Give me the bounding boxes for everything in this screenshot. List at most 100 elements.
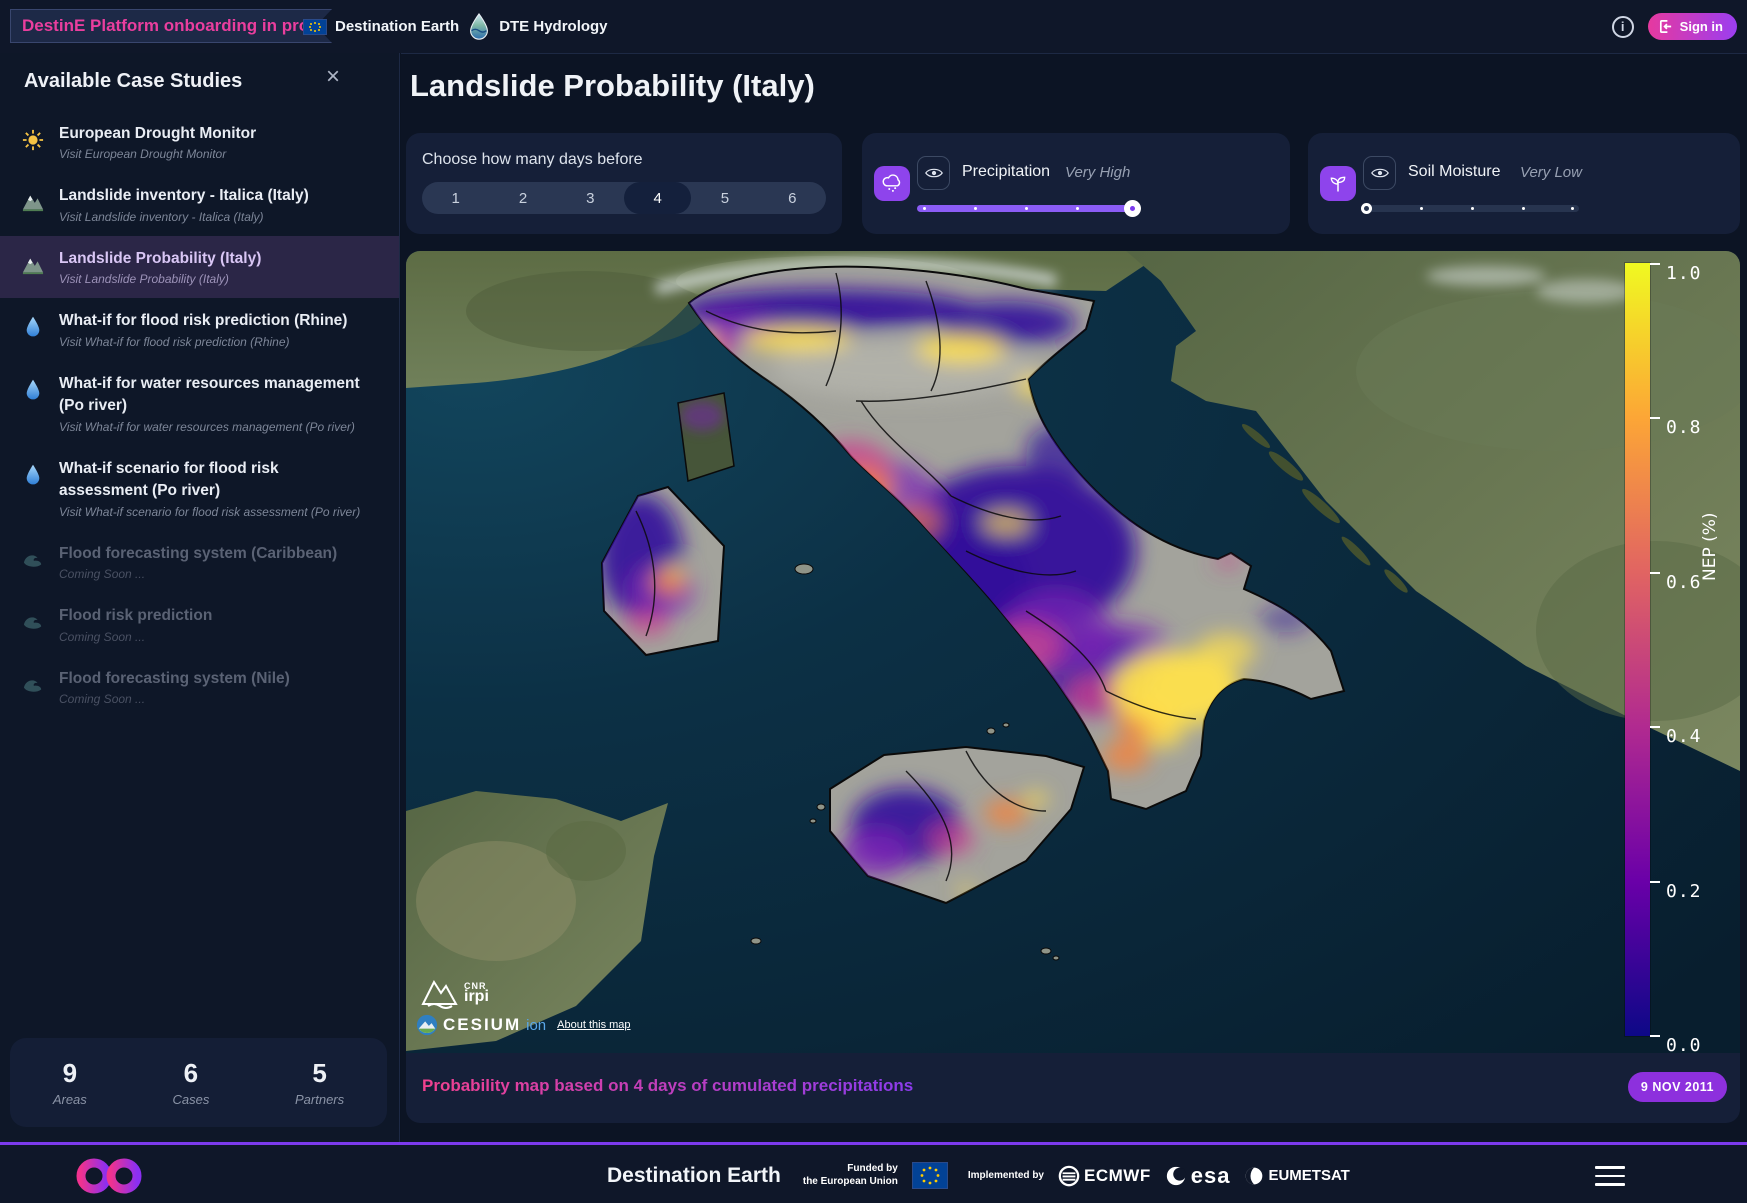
colorbar-label-0.0: 0.0 xyxy=(1666,1035,1702,1053)
case-study-list: European Drought Monitor Visit European … xyxy=(0,111,399,718)
day-option-1[interactable]: 1 xyxy=(422,182,489,214)
sidebar-item-landslide-probability[interactable]: Landslide Probability (Italy) Visit Land… xyxy=(0,236,399,298)
droplet-icon xyxy=(22,316,44,338)
ecmwf-logo: ECMWF xyxy=(1058,1165,1151,1187)
item-subtitle: Coming Soon ... xyxy=(59,692,290,706)
cesium-wordmark: CESIUM xyxy=(443,1015,521,1035)
close-icon[interactable]: × xyxy=(326,65,340,89)
implemented-by-text: Implemented by xyxy=(968,1170,1044,1181)
destine-infinity-logo xyxy=(72,1157,148,1195)
ecmwf-icon xyxy=(1058,1165,1080,1187)
brand-row: Destination Earth DTE Hydrology xyxy=(303,0,608,53)
soil-moisture-slider-thumb[interactable] xyxy=(1361,203,1372,214)
cesium-ion-text: ion xyxy=(526,1017,546,1034)
footer-brand: Destination Earth xyxy=(607,1164,781,1188)
colorbar-label-1.0: 1.0 xyxy=(1666,263,1702,284)
brand-dte-hydrology[interactable]: DTE Hydrology xyxy=(499,18,607,35)
nep-colorbar xyxy=(1625,263,1650,1036)
colorbar-label-0.4: 0.4 xyxy=(1666,726,1702,747)
item-title: Flood forecasting system (Nile) xyxy=(59,668,290,690)
days-before-label: Choose how many days before xyxy=(422,151,826,169)
item-subtitle: Visit European Drought Monitor xyxy=(59,147,256,161)
day-option-3[interactable]: 3 xyxy=(557,182,624,214)
mountain-icon xyxy=(22,254,44,276)
map-panel: 1.0 0.8 0.6 0.4 0.2 0.0 NEP (%) CNR irpi xyxy=(406,251,1740,1123)
main-content: Landslide Probability (Italy) Choose how… xyxy=(401,53,1747,1142)
brand-destination-earth[interactable]: Destination Earth xyxy=(335,18,459,35)
mountain-icon xyxy=(22,191,44,213)
sidebar-item-landslide-inventory[interactable]: Landslide inventory - Italica (Italy) Vi… xyxy=(0,173,399,235)
date-badge: 9 NOV 2011 xyxy=(1628,1072,1727,1102)
app-root: DestinE Platform onboarding in progress … xyxy=(0,0,1747,1203)
soil-moisture-slider[interactable] xyxy=(1363,205,1579,212)
day-option-6[interactable]: 6 xyxy=(759,182,826,214)
landslide-probability-map[interactable]: 1.0 0.8 0.6 0.4 0.2 0.0 NEP (%) CNR irpi xyxy=(406,251,1740,1053)
info-icon[interactable]: i xyxy=(1612,16,1634,38)
item-subtitle: Visit What-if for flood risk prediction … xyxy=(59,335,347,349)
map-caption: Probability map based on 4 days of cumul… xyxy=(422,1076,913,1096)
soil-moisture-layer-button[interactable] xyxy=(1320,166,1356,201)
soil-moisture-visibility-toggle[interactable] xyxy=(1363,156,1396,190)
day-option-5[interactable]: 5 xyxy=(691,182,758,214)
precipitation-layer-button[interactable] xyxy=(874,166,910,201)
item-subtitle: Visit Landslide Probability (Italy) xyxy=(59,272,261,286)
item-subtitle: Visit What-if scenario for flood risk as… xyxy=(59,505,371,519)
item-title: What-if for flood risk prediction (Rhine… xyxy=(59,310,347,332)
eye-icon xyxy=(925,166,943,180)
sidebar-item-flood-forecast-caribbean[interactable]: Flood forecasting system (Caribbean) Com… xyxy=(0,531,399,593)
eye-icon xyxy=(1371,166,1389,180)
wave-icon xyxy=(22,549,44,569)
item-title: Flood forecasting system (Caribbean) xyxy=(59,543,337,565)
day-option-4-selected[interactable]: 4 xyxy=(624,182,691,214)
top-header: DestinE Platform onboarding in progress … xyxy=(0,0,1747,53)
map-caption-bar: Probability map based on 4 days of cumul… xyxy=(406,1053,1740,1123)
colorbar-tick xyxy=(1650,1035,1660,1037)
menu-icon[interactable] xyxy=(1595,1166,1625,1192)
sidebar-item-flood-risk-rhine[interactable]: What-if for flood risk prediction (Rhine… xyxy=(0,298,399,360)
day-option-2[interactable]: 2 xyxy=(489,182,556,214)
precipitation-slider[interactable] xyxy=(917,205,1133,212)
colorbar-label-0.8: 0.8 xyxy=(1666,417,1702,438)
eu-flag-icon xyxy=(912,1162,948,1189)
days-before-card: Choose how many days before 1 2 3 4 5 6 xyxy=(406,133,842,234)
precipitation-visibility-toggle[interactable] xyxy=(917,156,950,190)
page-title: Landslide Probability (Italy) xyxy=(410,68,815,104)
sidebar-title: Available Case Studies xyxy=(24,70,242,93)
eumetsat-logo: EUMETSAT xyxy=(1244,1166,1349,1186)
precipitation-slider-thumb[interactable] xyxy=(1124,200,1141,217)
about-this-map-link[interactable]: About this map xyxy=(557,1019,630,1031)
cesium-attribution[interactable]: CESIUM ion About this map xyxy=(416,1014,631,1036)
sidebar-item-water-resources-po[interactable]: What-if for water resources management (… xyxy=(0,361,399,446)
soil-moisture-label: Soil Moisture xyxy=(1408,163,1500,181)
colorbar-tick xyxy=(1650,881,1660,883)
droplet-icon xyxy=(22,379,44,401)
precipitation-card: Precipitation Very High xyxy=(862,133,1290,234)
sidebar-item-flood-assessment-po[interactable]: What-if scenario for flood risk assessme… xyxy=(0,446,399,531)
footer-partner-cluster: Destination Earth Funded by the European… xyxy=(607,1145,1350,1203)
sidebar-item-flood-risk-prediction[interactable]: Flood risk prediction Coming Soon ... xyxy=(0,593,399,655)
item-title: Flood risk prediction xyxy=(59,605,212,627)
sidebar-item-flood-forecast-nile[interactable]: Flood forecasting system (Nile) Coming S… xyxy=(0,656,399,718)
item-title: European Drought Monitor xyxy=(59,123,256,145)
eumetsat-icon xyxy=(1244,1166,1264,1186)
sign-in-button[interactable]: Sign in xyxy=(1648,13,1737,40)
cnr-irpi-logo: CNR irpi xyxy=(420,976,489,1010)
item-subtitle: Coming Soon ... xyxy=(59,567,337,581)
cesium-logo-icon xyxy=(416,1014,438,1036)
header-actions: i Sign in xyxy=(1612,0,1737,53)
item-title: What-if scenario for flood risk assessme… xyxy=(59,458,371,503)
item-subtitle: Visit What-if for water resources manage… xyxy=(59,420,371,434)
precipitation-level: Very High xyxy=(1065,164,1130,181)
colorbar-axis-title: NEP (%) xyxy=(1700,512,1720,581)
soil-moisture-card: Soil Moisture Very Low xyxy=(1308,133,1740,234)
sidebar-item-european-drought-monitor[interactable]: European Drought Monitor Visit European … xyxy=(0,111,399,173)
sun-icon xyxy=(22,129,44,151)
colorbar-label-0.6: 0.6 xyxy=(1666,572,1702,593)
item-title: Landslide Probability (Italy) xyxy=(59,248,261,270)
colorbar-tick xyxy=(1650,572,1660,574)
item-title: Landslide inventory - Italica (Italy) xyxy=(59,185,309,207)
droplet-icon xyxy=(22,464,44,486)
colorbar-label-0.2: 0.2 xyxy=(1666,881,1702,902)
colorbar-tick xyxy=(1650,263,1660,265)
sprout-icon xyxy=(1328,174,1348,194)
